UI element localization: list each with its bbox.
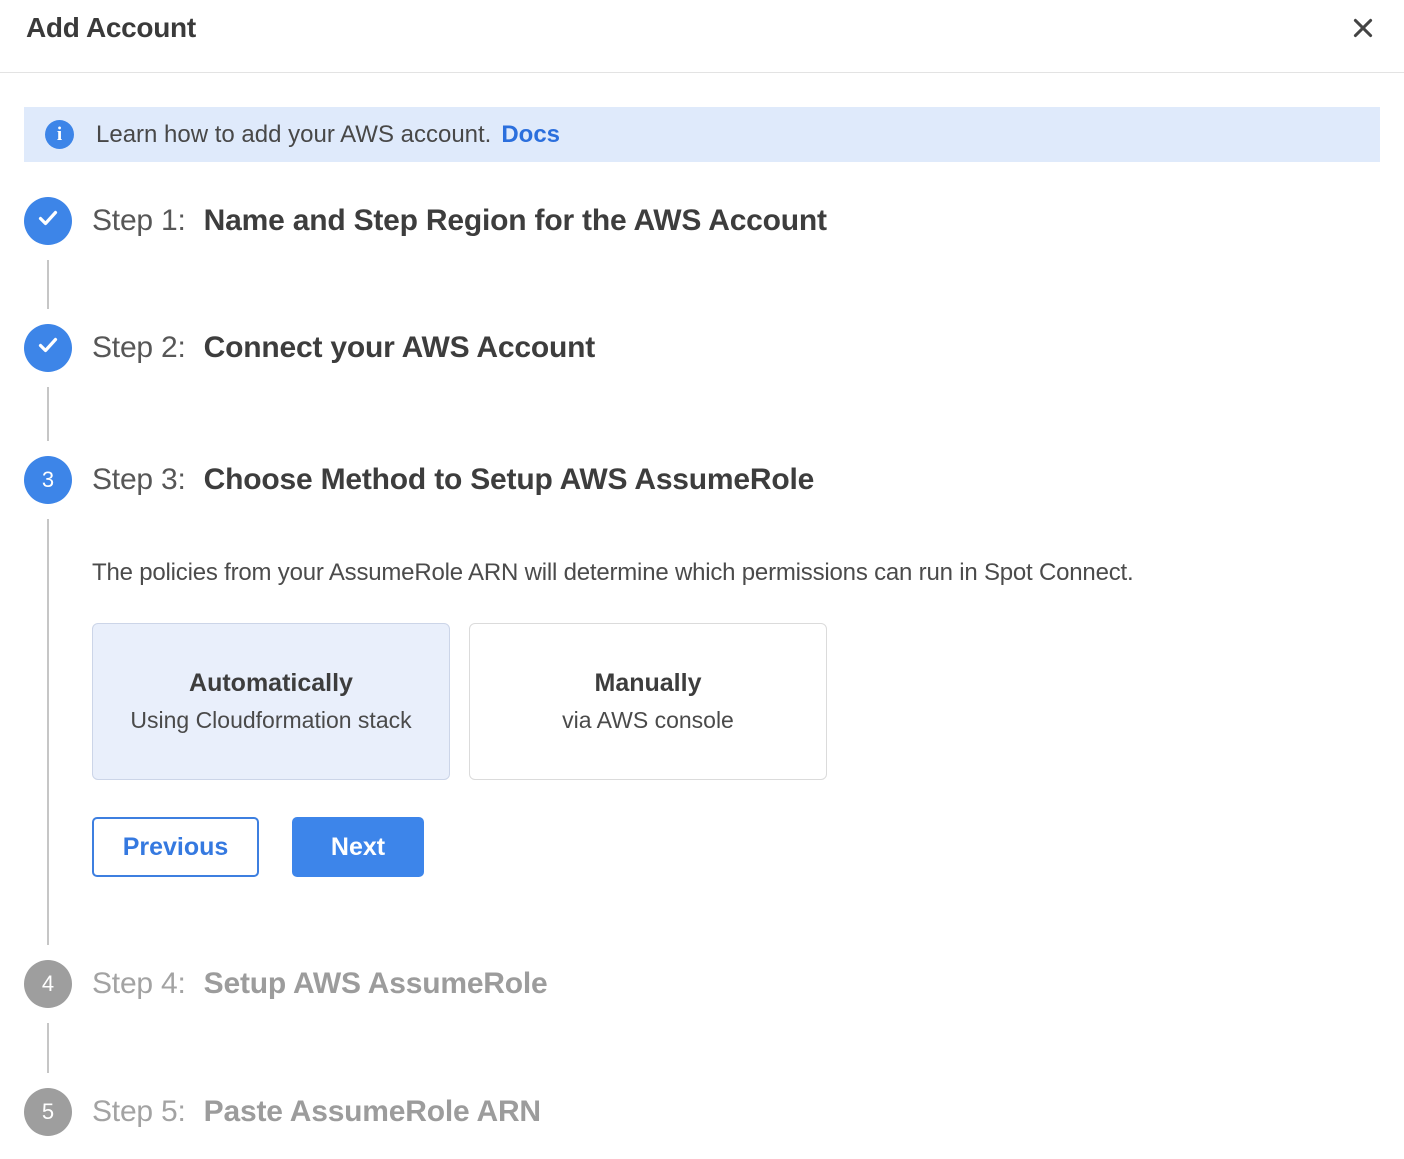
connector-line (47, 260, 49, 309)
info-icon: i (45, 120, 74, 149)
step-title: Connect your AWS Account (204, 331, 595, 365)
step-row-1: Step 1: Name and Step Region for the AWS… (24, 197, 1380, 324)
connector-line (47, 387, 49, 441)
step-title: Paste AssumeRole ARN (204, 1095, 541, 1129)
step-4-header: Step 4: Setup AWS AssumeRole (92, 960, 1380, 1008)
step-label: Step 5: (92, 1095, 186, 1129)
step-row-2: Step 2: Connect your AWS Account (24, 324, 1380, 456)
step-title: Setup AWS AssumeRole (204, 967, 548, 1001)
card-title: Manually (595, 669, 702, 698)
card-subtitle: via AWS console (562, 707, 734, 734)
option-card-manually[interactable]: Manually via AWS console (469, 623, 827, 780)
card-subtitle: Using Cloudformation stack (130, 707, 411, 734)
step-1-done-indicator (24, 197, 72, 245)
step-5-rail: 5 (24, 1088, 72, 1159)
add-account-modal: Add Account i Learn how to add your AWS … (0, 0, 1404, 1159)
step-3-description: The policies from your AssumeRole ARN wi… (92, 558, 1380, 588)
step-2-done-indicator (24, 324, 72, 372)
check-icon (36, 206, 60, 236)
steps-wizard: Step 1: Name and Step Region for the AWS… (24, 197, 1380, 1159)
connector-line (47, 1023, 49, 1073)
next-button[interactable]: Next (292, 817, 424, 877)
step-label: Step 3: (92, 463, 186, 497)
step-row-5: 5 Step 5: Paste AssumeRole ARN (24, 1088, 1380, 1159)
step-3-actions: Previous Next (92, 817, 1380, 877)
step-4-number-indicator: 4 (24, 960, 72, 1008)
info-banner: i Learn how to add your AWS account. Doc… (24, 107, 1380, 162)
step-3-number-indicator: 3 (24, 456, 72, 504)
step-3-header[interactable]: Step 3: Choose Method to Setup AWS Assum… (92, 456, 1380, 504)
step-number: 4 (42, 971, 54, 997)
step-3-body: Step 3: Choose Method to Setup AWS Assum… (72, 456, 1380, 960)
step-row-4: 4 Step 4: Setup AWS AssumeRole (24, 960, 1380, 1088)
step-2-body: Step 2: Connect your AWS Account (72, 324, 1380, 456)
modal-title: Add Account (26, 12, 196, 44)
close-icon (1350, 15, 1376, 44)
modal-content: i Learn how to add your AWS account. Doc… (0, 107, 1404, 1159)
step-1-rail (24, 197, 72, 324)
card-title: Automatically (189, 669, 353, 698)
step-label: Step 2: (92, 331, 186, 365)
step-4-body: Step 4: Setup AWS AssumeRole (72, 960, 1380, 1088)
banner-text: Learn how to add your AWS account. (96, 121, 491, 149)
step-2-header[interactable]: Step 2: Connect your AWS Account (92, 324, 1380, 372)
step-5-body: Step 5: Paste AssumeRole ARN (72, 1088, 1380, 1159)
check-icon (36, 333, 60, 363)
step-2-rail (24, 324, 72, 456)
step-number: 3 (42, 467, 54, 493)
step-number: 5 (42, 1099, 54, 1125)
step-title: Choose Method to Setup AWS AssumeRole (204, 463, 814, 497)
previous-button[interactable]: Previous (92, 817, 259, 877)
step-title: Name and Step Region for the AWS Account (204, 204, 827, 238)
assume-role-method-options: Automatically Using Cloudformation stack… (92, 623, 1380, 780)
step-5-number-indicator: 5 (24, 1088, 72, 1136)
connector-line (47, 519, 49, 945)
step-3-rail: 3 (24, 456, 72, 960)
docs-link[interactable]: Docs (501, 121, 560, 149)
step-label: Step 4: (92, 967, 186, 1001)
step-1-body: Step 1: Name and Step Region for the AWS… (72, 197, 1380, 324)
close-button[interactable] (1348, 14, 1378, 44)
step-row-3: 3 Step 3: Choose Method to Setup AWS Ass… (24, 456, 1380, 960)
step-5-header: Step 5: Paste AssumeRole ARN (92, 1088, 1380, 1136)
step-1-header[interactable]: Step 1: Name and Step Region for the AWS… (92, 197, 1380, 245)
option-card-automatically[interactable]: Automatically Using Cloudformation stack (92, 623, 450, 780)
modal-header: Add Account (0, 0, 1404, 73)
step-4-rail: 4 (24, 960, 72, 1088)
step-label: Step 1: (92, 204, 186, 238)
